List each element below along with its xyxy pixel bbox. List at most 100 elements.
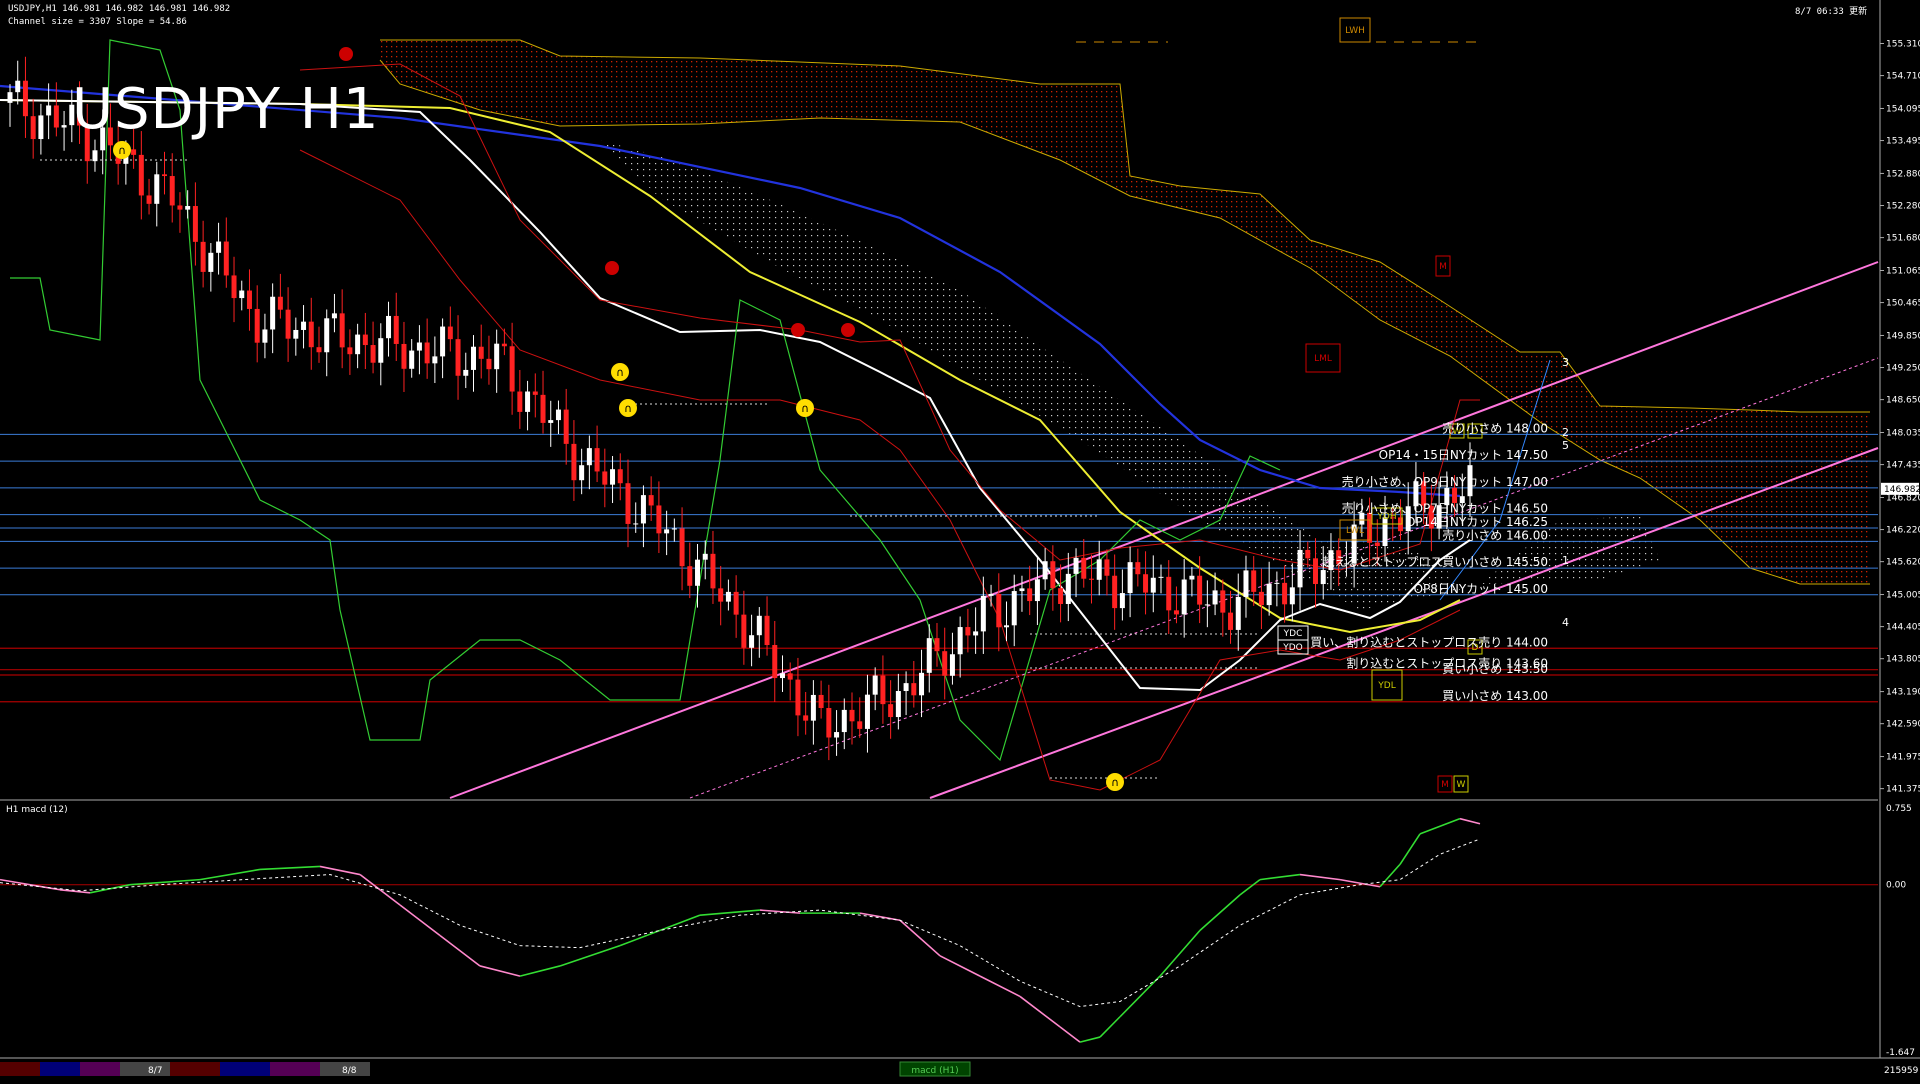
fractal-marker-glyph: ∩ (1111, 776, 1119, 789)
candle-body (1374, 542, 1380, 547)
price-tick-label: 145.005 (1886, 591, 1920, 601)
indicator-tab-label: macd (H1) (911, 1066, 958, 1076)
candle-body (826, 708, 832, 738)
candle-body (1266, 583, 1272, 606)
price-tick-label: 154.710 (1886, 72, 1920, 82)
candle-body (1158, 576, 1164, 578)
level-annotation: 超えるとストップロス買い小さめ 145.50 (1323, 554, 1548, 569)
candle-body (996, 593, 1002, 628)
candle-body (447, 326, 453, 340)
candle-body (46, 105, 52, 116)
fractal-marker-glyph: ∩ (616, 366, 624, 379)
candle-body (192, 206, 198, 242)
candle-body (671, 528, 677, 530)
chart-title: USDJPY H1 (72, 77, 380, 142)
candle-body (324, 318, 330, 353)
candle-body (386, 315, 392, 339)
candle-body (1042, 561, 1048, 580)
candle-body (308, 321, 314, 348)
counter: 215959 (1884, 1066, 1919, 1076)
candle-body (795, 679, 801, 716)
candle-body (61, 125, 67, 128)
candle-body (378, 338, 384, 363)
fractal-marker-red (791, 323, 805, 337)
price-tick-label: 142.590 (1886, 720, 1920, 730)
candle-body (772, 645, 778, 679)
candle-body (1004, 625, 1010, 628)
price-tick-label: 153.495 (1886, 137, 1920, 147)
candle-body (980, 595, 986, 632)
ydo-box-label: YDO (1282, 643, 1303, 653)
candle-body (1235, 596, 1241, 630)
macd-tick-label: -1.647 (1886, 1048, 1915, 1058)
fractal-marker-glyph: ∩ (118, 144, 126, 157)
timeline-segment (0, 1062, 40, 1076)
ydc-box-label: YDC (1283, 629, 1303, 639)
price-tick-label: 152.280 (1886, 202, 1920, 212)
current-price-label: 146.982 (1884, 485, 1920, 495)
candle-body (934, 638, 940, 652)
w-box-label: W (1457, 780, 1466, 790)
price-tick-label: 152.880 (1886, 169, 1920, 179)
candle-body (355, 334, 361, 355)
candle-body (656, 505, 662, 534)
candle-body (440, 326, 446, 357)
candle-body (254, 308, 260, 343)
candle-body (888, 704, 894, 718)
level-annotation: 買い小さめ 143.50 (1442, 662, 1548, 676)
candle-body (710, 553, 716, 589)
candle-body (1019, 588, 1025, 592)
lwl-box-label: LWL (1346, 526, 1364, 536)
candle-body (779, 673, 785, 679)
candle-body (756, 615, 762, 636)
m-box-label: M (1439, 262, 1447, 272)
candle-body (1112, 575, 1118, 609)
candle-body (942, 651, 948, 676)
price-tick-label: 151.680 (1886, 234, 1920, 244)
timeline-segment (170, 1062, 220, 1076)
wave-label: 5 (1562, 439, 1569, 452)
candle-body (695, 559, 701, 586)
candle-body (633, 523, 639, 525)
candle-body (38, 115, 44, 140)
candle-body (648, 495, 654, 506)
candle-body (177, 205, 183, 210)
wave-label: 4 (1562, 616, 1569, 629)
macd-tick-label: 0.755 (1886, 804, 1912, 814)
usdjpy-h1-chart[interactable]: ∩∩∩ ∩∩ LWHLMLLWLYDHYDLYDCYDOMM WW DD売り小さめ 1… (0, 0, 1920, 1080)
candle-body (1313, 558, 1319, 584)
candle-body (362, 334, 368, 346)
candle-body (30, 116, 36, 140)
candle-body (7, 92, 13, 103)
candle-body (571, 443, 577, 481)
candle-body (1274, 582, 1280, 584)
candle-body (1173, 610, 1179, 615)
candle-body (1073, 557, 1079, 574)
price-tick-label: 141.975 (1886, 753, 1920, 763)
candle-body (494, 343, 500, 370)
candle-body (432, 356, 438, 364)
candle-body (919, 672, 925, 696)
lwh-box-label: LWH (1345, 26, 1365, 36)
price-tick-label: 149.850 (1886, 331, 1920, 341)
candle-body (818, 694, 824, 709)
candle-body (1096, 559, 1102, 580)
candle-body (1258, 591, 1264, 606)
candle-body (810, 694, 816, 721)
candle-body (22, 80, 28, 117)
candle-body (262, 329, 268, 343)
candle-body (849, 709, 855, 722)
candle-body (957, 627, 963, 655)
price-tick-label: 151.065 (1886, 266, 1920, 276)
candle-body (525, 391, 531, 412)
candle-body (1166, 576, 1172, 611)
candle-body (1228, 612, 1234, 630)
price-tick-label: 147.435 (1886, 461, 1920, 471)
candle-body (787, 673, 793, 680)
candle-body (138, 154, 144, 196)
candle-body (834, 732, 840, 738)
candle-body (200, 241, 206, 272)
level-annotation: 買い小さめ 143.00 (1442, 689, 1548, 703)
candle-body (718, 588, 724, 602)
update-datetime: 8/7 06:33 更新 (1795, 7, 1868, 17)
